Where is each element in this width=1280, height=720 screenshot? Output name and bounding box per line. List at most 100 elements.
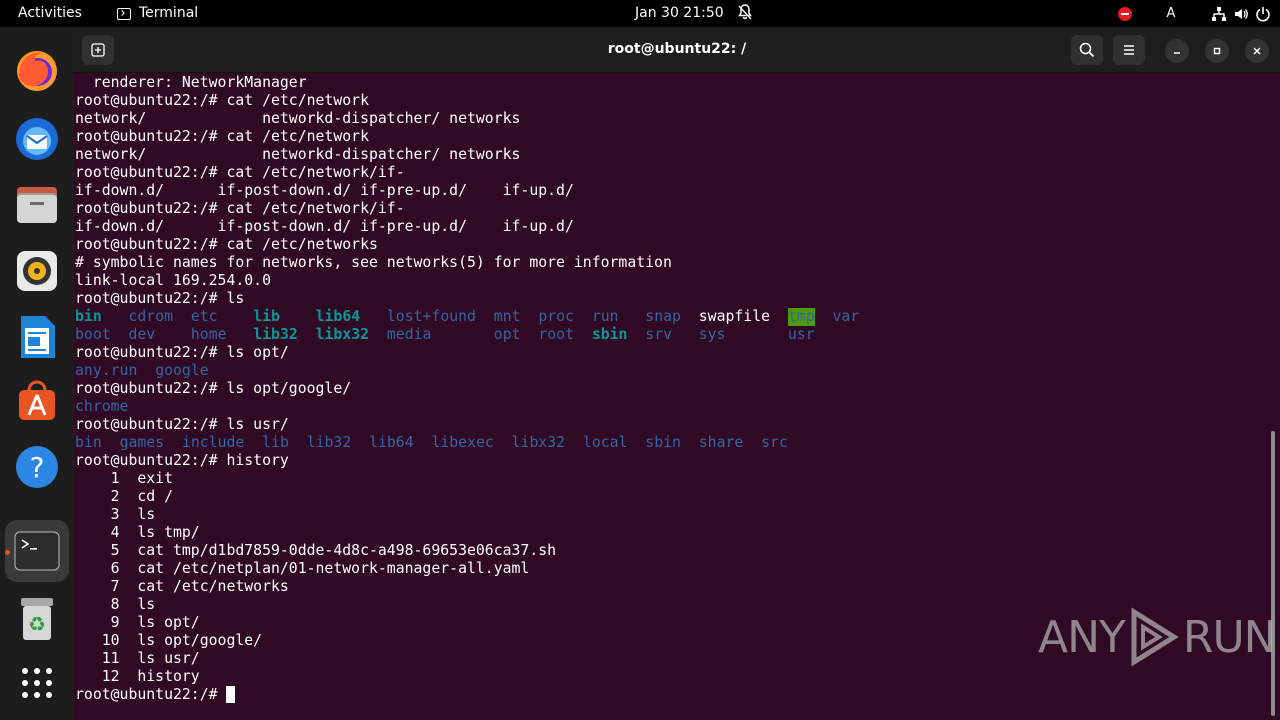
close-icon	[1253, 47, 1261, 55]
svg-text:♻: ♻	[28, 612, 46, 636]
ls-entry: var	[832, 308, 860, 325]
line-text: 6 cat /etc/netplan/01-network-manager-al…	[75, 560, 530, 577]
terminal-line: if-down.d/ if-post-down.d/ if-pre-up.d/ …	[75, 218, 1265, 236]
ls-entry: srv	[645, 326, 673, 343]
terminal-line: any.run google	[75, 362, 1265, 380]
notification-bell-icon[interactable]	[738, 4, 752, 25]
line-text: renderer: NetworkManager	[75, 74, 307, 91]
minimize-button[interactable]	[1165, 39, 1189, 63]
close-button[interactable]	[1245, 39, 1269, 63]
line-text: root@ubuntu22:/# ls usr/	[75, 416, 289, 433]
menu-button[interactable]	[1113, 35, 1145, 65]
terminal-line: root@ubuntu22:/# ls opt/google/	[75, 380, 1265, 398]
ls-entry: google	[155, 362, 209, 379]
maximize-button[interactable]	[1205, 39, 1229, 63]
svg-text:?: ?	[30, 451, 45, 484]
clock[interactable]: Jan 30 21:50	[635, 5, 724, 22]
header-bar[interactable]: root@ubuntu22: /	[74, 27, 1280, 73]
ls-entry: mnt	[493, 308, 521, 325]
line-text: link-local 169.254.0.0	[75, 272, 271, 289]
network-icon[interactable]	[1208, 3, 1230, 25]
scrollbar[interactable]	[1271, 431, 1275, 716]
power-icon[interactable]	[1252, 3, 1274, 25]
hamburger-icon	[1124, 45, 1134, 55]
recording-indicator-icon[interactable]	[1114, 3, 1136, 25]
terminal-line: chrome	[75, 398, 1265, 416]
terminal-line: 5 cat tmp/d1bd7859-0dde-4d8c-a498-69653e…	[75, 542, 1265, 560]
ls-entry: libexec	[431, 434, 494, 451]
text-cursor	[226, 686, 236, 703]
ls-entry: lib64	[315, 308, 361, 325]
ls-entry: usr	[787, 326, 815, 343]
terminal-dock-item[interactable]	[5, 520, 69, 582]
firefox-icon[interactable]	[13, 47, 61, 95]
terminal-line: 6 cat /etc/netplan/01-network-manager-al…	[75, 560, 1265, 578]
app-menu[interactable]: Terminal	[117, 5, 198, 22]
ls-entry: opt	[493, 326, 521, 343]
app-center-icon[interactable]	[13, 377, 61, 425]
input-source-indicator[interactable]: A	[1160, 3, 1182, 25]
terminal-line: 1 exit	[75, 470, 1265, 488]
ls-entry: lib32	[253, 326, 298, 343]
help-icon[interactable]: ?	[13, 443, 61, 491]
running-indicator	[5, 550, 10, 555]
thunderbird-icon[interactable]	[13, 115, 61, 163]
line-text: 2 cd /	[75, 488, 173, 505]
terminal-line: bin games include lib lib32 lib64 libexe…	[75, 434, 1265, 452]
files-icon[interactable]	[13, 181, 61, 229]
trash-icon[interactable]: ♻	[13, 595, 61, 643]
ls-entry: run	[591, 308, 619, 325]
ls-entry: src	[761, 434, 788, 451]
terminal-line: root@ubuntu22:/# ls	[75, 290, 1265, 308]
ls-entry: lib	[253, 308, 280, 325]
writer-icon[interactable]	[13, 313, 61, 361]
show-apps-icon[interactable]	[13, 659, 61, 707]
terminal-line: 7 cat /etc/networks	[75, 578, 1265, 596]
line-text: if-down.d/ if-post-down.d/ if-pre-up.d/ …	[75, 218, 574, 235]
ls-entry: chrome	[75, 398, 129, 415]
ls-entry: local	[582, 434, 628, 451]
rhythmbox-icon[interactable]	[13, 247, 61, 295]
terminal-app-icon	[117, 7, 131, 20]
ls-entry: libx32	[315, 326, 370, 343]
ls-entry: games	[119, 434, 165, 451]
ls-entry: bin	[75, 434, 102, 451]
line-text: 3 ls	[75, 506, 156, 523]
system-tray[interactable]: A	[1114, 0, 1274, 27]
terminal-line: 2 cd /	[75, 488, 1265, 506]
terminal-line: root@ubuntu22:/# cat /etc/network/if-	[75, 164, 1265, 182]
line-text: root@ubuntu22:/# ls opt/	[75, 344, 289, 361]
line-text: 7 cat /etc/networks	[75, 578, 289, 595]
terminal-line: network/ networkd-dispatcher/ networks	[75, 146, 1265, 164]
line-text: network/ networkd-dispatcher/ networks	[75, 110, 521, 127]
line-text: 1 exit	[75, 470, 173, 487]
search-button[interactable]	[1071, 35, 1103, 65]
volume-icon[interactable]	[1230, 3, 1252, 25]
ls-entry: tmp	[787, 308, 815, 326]
terminal-line: # symbolic names for networks, see netwo…	[75, 254, 1265, 272]
line-text: # symbolic names for networks, see netwo…	[75, 254, 672, 271]
line-text: 5 cat tmp/d1bd7859-0dde-4d8c-a498-69653e…	[75, 542, 557, 559]
ls-entry: lost+found	[386, 308, 476, 325]
ls-entry: media	[386, 326, 432, 343]
line-text: root@ubuntu22:/# cat /etc/network/if-	[75, 200, 405, 217]
activities-button[interactable]: Activities	[18, 5, 82, 22]
minimize-icon	[1174, 52, 1180, 54]
